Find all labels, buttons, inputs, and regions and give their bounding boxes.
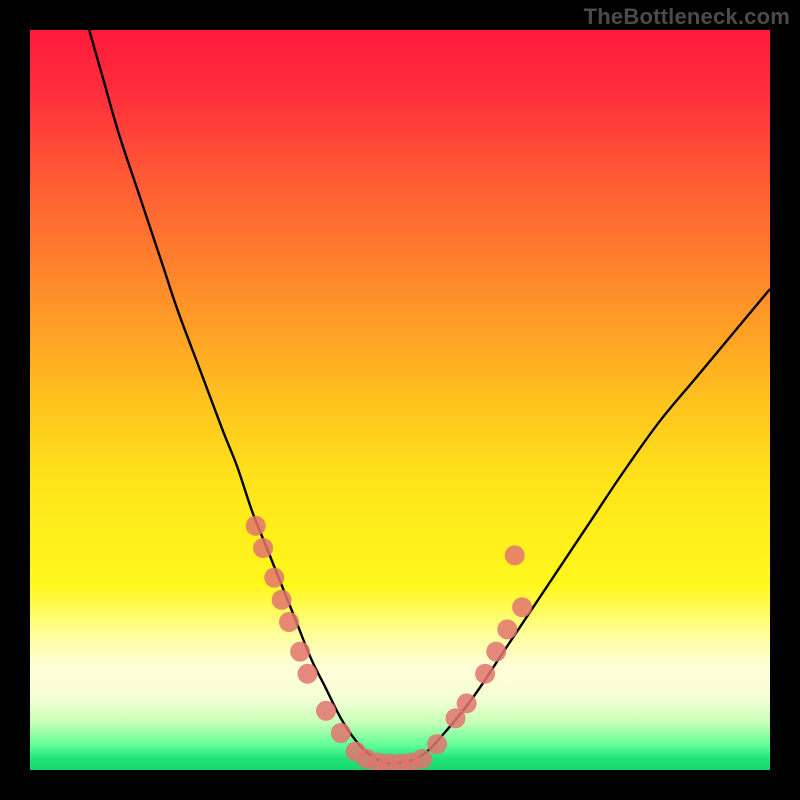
outer-frame: TheBottleneck.com	[0, 0, 800, 800]
bottleneck-curve	[89, 30, 770, 764]
data-marker	[512, 597, 532, 617]
data-marker	[316, 701, 336, 721]
data-marker	[331, 723, 351, 743]
data-marker	[412, 749, 432, 769]
data-marker	[475, 664, 495, 684]
data-marker	[457, 693, 477, 713]
data-marker	[505, 545, 525, 565]
data-marker	[272, 590, 292, 610]
data-marker	[290, 642, 310, 662]
watermark-text: TheBottleneck.com	[584, 4, 790, 30]
chart-svg	[30, 30, 770, 770]
data-marker	[497, 619, 517, 639]
data-marker	[486, 642, 506, 662]
marker-group	[246, 516, 532, 770]
data-marker	[279, 612, 299, 632]
data-marker	[264, 568, 284, 588]
plot-area	[30, 30, 770, 770]
data-marker	[246, 516, 266, 536]
data-marker	[427, 734, 447, 754]
data-marker	[298, 664, 318, 684]
data-marker	[253, 538, 273, 558]
